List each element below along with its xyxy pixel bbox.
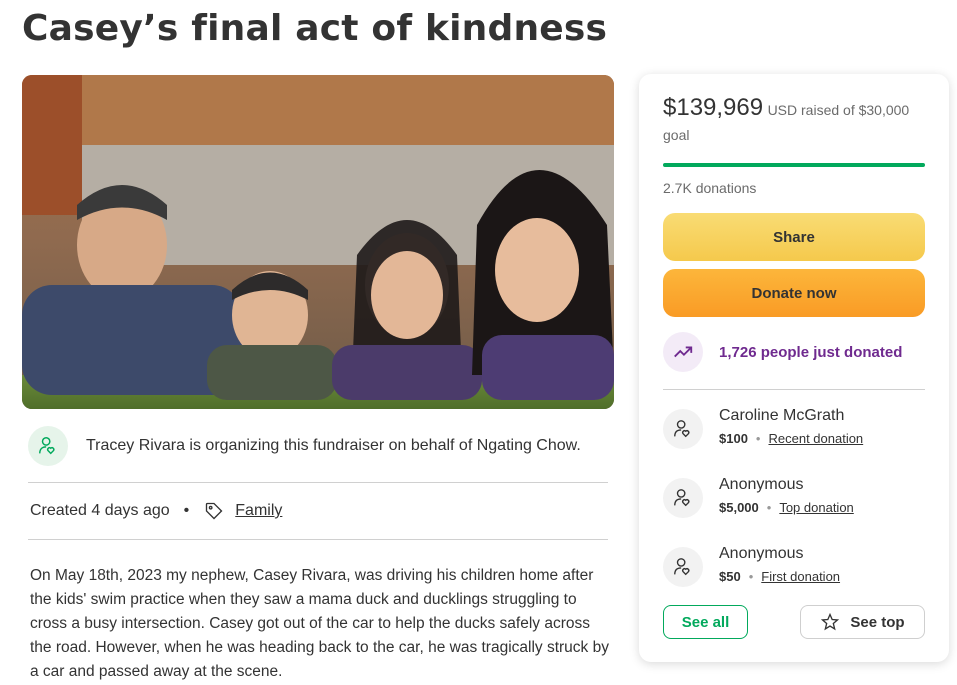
meta-separator: • <box>183 502 190 519</box>
family-photo-illustration <box>22 75 614 409</box>
donor-name: Caroline McGrath <box>719 407 845 424</box>
user-heart-icon <box>663 478 703 518</box>
donor-item: Anonymous $50 • First donation <box>663 545 925 589</box>
donor-item: Anonymous $5,000 • Top donation <box>663 476 925 520</box>
donor-amount: $50 <box>719 569 741 584</box>
donor-item: Caroline McGrath $100 • Recent donation <box>663 407 925 451</box>
progress-fill <box>663 163 925 167</box>
user-heart-icon <box>28 426 68 466</box>
top-donation-link[interactable]: Top donation <box>779 500 853 515</box>
user-heart-icon <box>663 409 703 449</box>
campaign-photo <box>22 75 614 409</box>
donor-details: $5,000 • Top donation <box>719 500 854 515</box>
bullet: • <box>766 500 772 515</box>
divider <box>28 482 608 483</box>
tag-icon <box>203 500 225 522</box>
story-text: On May 18th, 2023 my nephew, Casey Rivar… <box>30 567 609 680</box>
organizer-info: Tracey Rivara is organizing this fundrai… <box>28 425 608 467</box>
donation-count: 2.7K donations <box>663 180 757 196</box>
see-top-label: See top <box>850 613 905 631</box>
page-title: Casey’s final act of kindness <box>22 8 608 49</box>
recent-donations-banner: 1,726 people just donated <box>663 332 902 372</box>
just-donated-text: 1,726 people just donated <box>719 343 903 361</box>
bullet: • <box>748 569 754 584</box>
category-link[interactable]: Family <box>235 502 282 520</box>
divider <box>663 389 925 390</box>
see-top-button[interactable]: See top <box>800 605 925 639</box>
star-icon <box>821 612 840 631</box>
divider <box>28 539 608 540</box>
donor-name: Anonymous <box>719 476 804 493</box>
recent-donation-link[interactable]: Recent donation <box>768 431 863 446</box>
raised-amount: $139,969 <box>663 94 764 121</box>
first-donation-link[interactable]: First donation <box>761 569 840 584</box>
donor-details: $100 • Recent donation <box>719 431 863 446</box>
donor-amount: $100 <box>719 431 748 446</box>
amount-raised: $139,969 USD raised of $30,000 goal <box>663 96 925 148</box>
donor-name: Anonymous <box>719 545 804 562</box>
donation-card: $139,969 USD raised of $30,000 goal 2.7K… <box>639 74 949 662</box>
organizer-text: Tracey Rivara is organizing this fundrai… <box>86 437 581 454</box>
share-button[interactable]: Share <box>663 213 925 261</box>
trending-up-icon <box>663 332 703 372</box>
donor-amount: $5,000 <box>719 500 759 515</box>
progress-bar <box>663 163 925 167</box>
user-heart-icon <box>663 547 703 587</box>
see-all-button[interactable]: See all <box>663 605 748 639</box>
bullet: • <box>755 431 761 446</box>
donate-now-button[interactable]: Donate now <box>663 269 925 317</box>
campaign-meta: Created 4 days ago • Family <box>30 498 282 524</box>
donor-details: $50 • First donation <box>719 569 840 584</box>
created-date: Created 4 days ago <box>30 502 170 519</box>
